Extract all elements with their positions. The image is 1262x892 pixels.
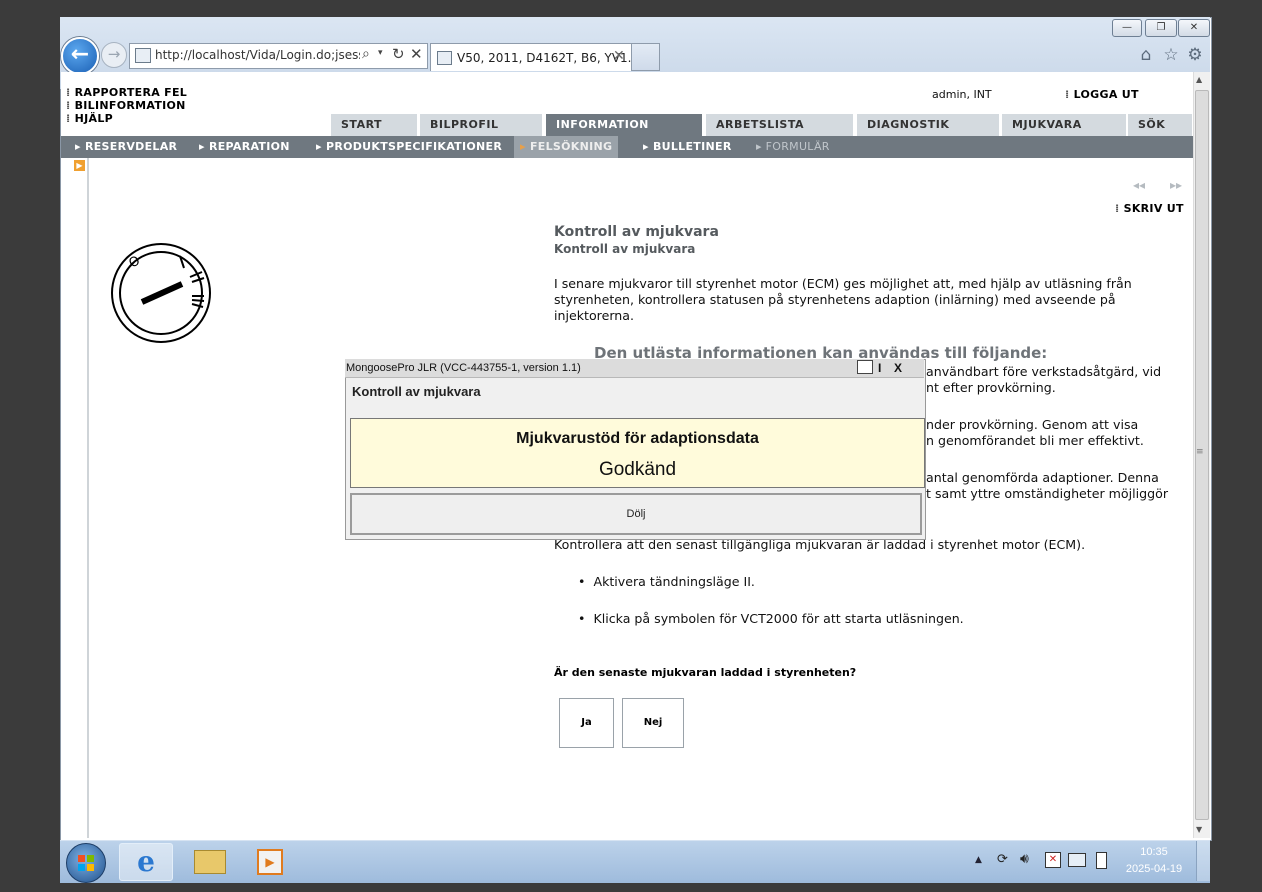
info-icon[interactable]: I xyxy=(878,361,881,375)
favorites-star-icon[interactable]: ☆ xyxy=(1160,45,1182,65)
tab-bilprofil[interactable]: BILPROFIL xyxy=(420,114,542,136)
show-desktop-button[interactable] xyxy=(1196,841,1210,881)
result-box-title: Mjukvarustöd för adaptionsdata xyxy=(516,430,759,447)
taskbar-explorer[interactable] xyxy=(184,843,236,879)
forward-arrow-icon: → xyxy=(107,45,121,63)
result-box: Mjukvarustöd för adaptionsdata Godkänd xyxy=(350,418,925,488)
folder-icon xyxy=(194,850,226,874)
taskbar-media[interactable]: ▶ xyxy=(244,843,296,879)
dialog-titlebar: MongoosePro JLR (VCC-443755-1, version 1… xyxy=(345,359,924,378)
left-strip xyxy=(61,158,89,838)
page-icon xyxy=(135,48,151,63)
subnav-reparation[interactable]: ▸ REPARATION xyxy=(199,136,290,158)
fragment-1a: användbart före verkstadsåtgärd, vid xyxy=(926,364,1162,379)
battery-icon[interactable] xyxy=(1096,852,1107,869)
settings-gear-icon[interactable]: ⚙ xyxy=(1184,45,1206,65)
scroll-down-icon[interactable]: ▼ xyxy=(1196,825,1202,834)
subnav-formular: ▸ FORMULÄR xyxy=(756,140,830,153)
tab-arbetslista[interactable]: ARBETSLISTA xyxy=(706,114,853,136)
tab-mjukvara[interactable]: MJUKVARA xyxy=(1002,114,1126,136)
bullet-1: • Aktivera tändningsläge II. xyxy=(578,574,755,589)
ignition-switch-icon: O xyxy=(111,243,211,343)
subnav-reservdelar[interactable]: ▸ RESERVDELAR xyxy=(75,136,177,158)
clock-date[interactable]: 2025-04-19 xyxy=(1120,863,1188,875)
subnav-felsokning[interactable]: ▸ FELSÖKNING xyxy=(514,136,619,158)
print-link[interactable]: ⁞ SKRIV UT xyxy=(1115,202,1184,215)
refresh-icon[interactable]: ↻ xyxy=(392,45,405,63)
no-button[interactable]: Nej xyxy=(622,698,684,748)
result-value: Godkänd xyxy=(598,459,677,480)
network-icon[interactable] xyxy=(1068,853,1086,867)
article-subtitle: Kontroll av mjukvara xyxy=(554,242,696,256)
url-text[interactable]: http://localhost/Vida/Login.do;jsessio xyxy=(155,48,360,62)
start-button[interactable] xyxy=(66,843,106,883)
volume-icon[interactable]: 🔊︎ xyxy=(1020,851,1029,867)
article-title: Kontroll av mjukvara xyxy=(554,224,719,240)
taskbar-ie[interactable]: e xyxy=(119,843,173,881)
expand-panel-icon[interactable]: ▶ xyxy=(74,160,85,171)
tab-information[interactable]: INFORMATION xyxy=(546,114,702,136)
minimize-button[interactable]: — xyxy=(1112,19,1142,37)
scroll-grip-icon: ≡ xyxy=(1196,447,1204,457)
logout-link[interactable]: ⁞ LOGGA UT xyxy=(1065,88,1139,101)
dialog-close-icon[interactable]: X xyxy=(894,361,902,375)
forward-button[interactable]: → xyxy=(101,42,127,68)
tab-start[interactable]: START xyxy=(331,114,417,136)
dialog-heading: Kontroll av mjukvara xyxy=(352,384,481,399)
windows-logo-icon xyxy=(78,855,94,871)
yes-button[interactable]: Ja xyxy=(559,698,614,748)
tab-sok[interactable]: SÖK xyxy=(1128,114,1192,136)
question: Är den senaste mjukvaran laddad i styren… xyxy=(554,666,857,679)
tray-expand-icon[interactable]: ▲ xyxy=(975,855,982,865)
menu-item-carinfo[interactable]: ⁞ BILINFORMATION xyxy=(66,99,186,112)
fragment-3b: t samt yttre omständigheter möjliggör xyxy=(926,486,1169,501)
fragment-1b: nt efter provkörning. xyxy=(926,380,1056,395)
scroll-up-icon[interactable]: ▲ xyxy=(1196,75,1202,84)
subnav-produktspecifikationer[interactable]: ▸ PRODUKTSPECIFIKATIONER xyxy=(316,136,502,158)
hide-button[interactable]: Dölj xyxy=(350,493,922,535)
fragment-2a: nder provkörning. Genom att visa xyxy=(926,417,1139,432)
clock-time[interactable]: 10:35 xyxy=(1126,846,1182,858)
back-button[interactable]: ← xyxy=(61,37,99,75)
browser-tab[interactable]: V50, 2011, D4162T, B6, YV1... ✕ xyxy=(430,43,639,71)
user-label: admin, INT xyxy=(932,88,992,101)
fragment-3a: antal genomförda adaptioner. Denna xyxy=(926,470,1159,485)
ie-icon: e xyxy=(137,845,155,878)
address-bar[interactable]: http://localhost/Vida/Login.do;jsessio ⌕… xyxy=(129,43,428,69)
tab-diagnostik[interactable]: DIAGNOSTIK xyxy=(857,114,999,136)
stop-icon[interactable]: ✕ xyxy=(410,45,423,63)
subnav-bulletiner[interactable]: ▸ BULLETINER xyxy=(643,136,732,158)
tab-close-icon[interactable]: ✕ xyxy=(613,48,625,64)
close-window-button[interactable]: ✕ xyxy=(1178,19,1210,37)
dialog-title: MongoosePro JLR (VCC-443755-1, version 1… xyxy=(346,362,581,374)
maximize-button[interactable]: ❐ xyxy=(1145,19,1177,37)
bullet-2: • Klicka på symbolen för VCT2000 för att… xyxy=(578,611,964,626)
next-page-icon[interactable]: ▸▸ xyxy=(1170,178,1182,192)
media-player-icon: ▶ xyxy=(257,849,283,875)
new-tab-button[interactable] xyxy=(631,43,660,71)
tray-sync-icon[interactable]: ⟳ xyxy=(997,852,1008,867)
action-center-icon[interactable]: ✕ xyxy=(1045,852,1061,868)
article-intro: I senare mjukvaror till styrenhet motor … xyxy=(554,276,1132,323)
home-icon[interactable]: ⌂ xyxy=(1135,45,1157,65)
back-arrow-icon: ← xyxy=(70,42,90,67)
fragment-2b: n genomförandet bli mer effektivt. xyxy=(926,433,1144,448)
tab-title: V50, 2011, D4162T, B6, YV1... xyxy=(457,51,640,65)
tab-page-icon xyxy=(437,51,452,65)
dropdown-icon[interactable]: ▾ xyxy=(378,48,383,58)
printer-icon[interactable] xyxy=(857,360,873,374)
menu-item-report[interactable]: ⁞ RAPPORTERA FEL xyxy=(66,86,187,99)
prev-page-icon[interactable]: ◂◂ xyxy=(1133,178,1145,192)
menu-item-help[interactable]: ⁞ HJÄLP xyxy=(66,112,113,125)
search-icon[interactable]: ⌕ xyxy=(362,46,370,62)
